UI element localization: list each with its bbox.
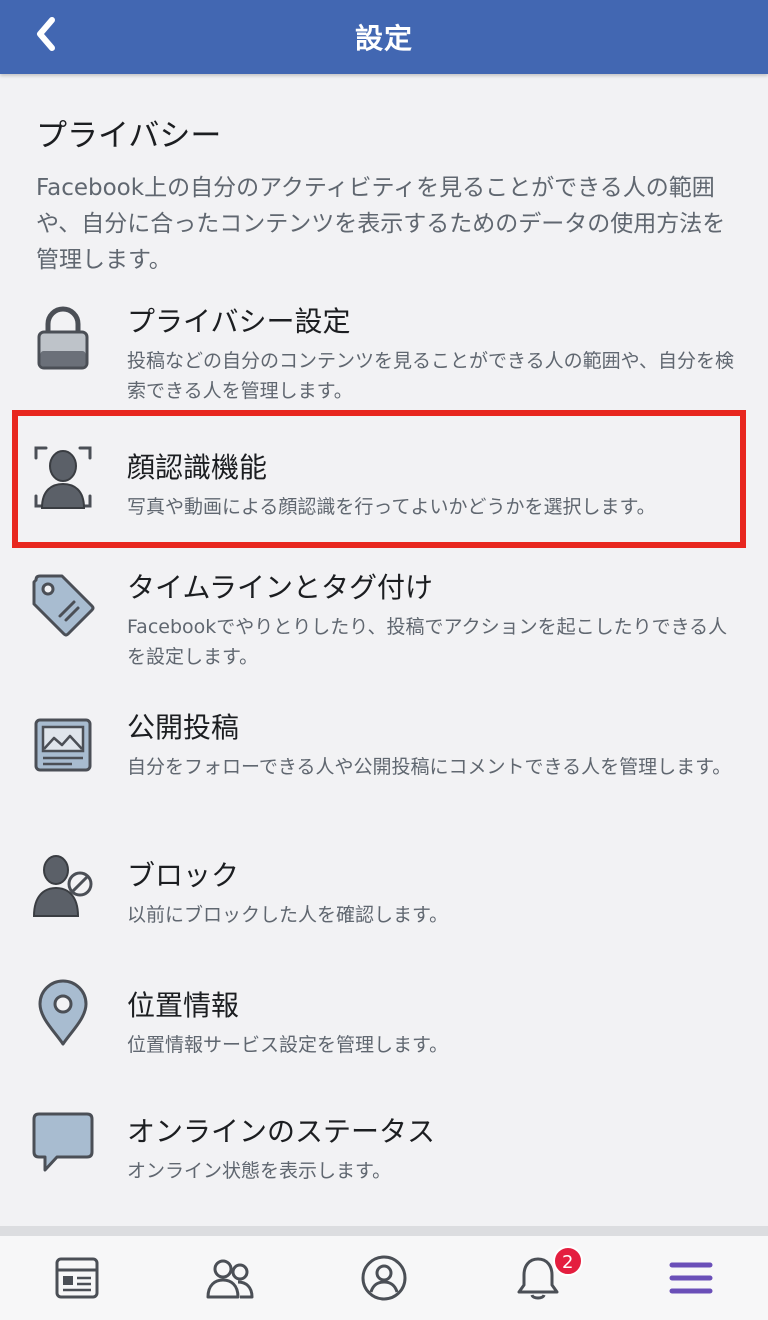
item-description: 位置情報サービス設定を管理します。 xyxy=(127,1034,449,1056)
tab-profile[interactable] xyxy=(307,1236,461,1320)
face-recognition-icon xyxy=(30,442,96,512)
menu-item-timeline-tagging[interactable]: タイムラインとタグ付け Facebookでやりとりしたり、投稿でアクションを起こ… xyxy=(0,568,768,678)
item-label: プライバシー設定 xyxy=(127,305,351,338)
tabbar-divider xyxy=(0,1226,768,1236)
profile-icon xyxy=(361,1255,407,1301)
menu-icon xyxy=(669,1262,713,1294)
item-label: 顔認識機能 xyxy=(127,451,268,484)
block-user-icon xyxy=(30,850,96,920)
lock-icon xyxy=(30,302,96,372)
bottom-tab-bar: 2 xyxy=(0,1236,768,1320)
item-description: Facebookでやりとりしたり、投稿でアクションを起こしたりできる人を設定しま… xyxy=(127,616,728,668)
section-description: Facebook上の自分のアクティビティを見ることができる人の範囲や、自分に合っ… xyxy=(36,175,726,273)
tab-friends[interactable] xyxy=(154,1236,308,1320)
chat-bubble-icon xyxy=(30,1106,96,1176)
item-label: 公開投稿 xyxy=(127,711,240,744)
menu-item-blocking[interactable]: ブロック 以前にブロックした人を確認します。 xyxy=(0,846,768,936)
location-pin-icon xyxy=(30,978,96,1048)
tab-news-feed[interactable] xyxy=(0,1236,154,1320)
item-label: タイムラインとタグ付け xyxy=(127,571,434,604)
page-title: 設定 xyxy=(354,22,413,55)
tab-notifications[interactable]: 2 xyxy=(461,1236,615,1320)
top-bar: 設定 xyxy=(0,0,768,74)
item-label: ブロック xyxy=(127,859,240,892)
section-title: プライバシー xyxy=(36,118,222,154)
tag-icon xyxy=(30,570,96,640)
menu-item-face-recognition[interactable]: 顔認識機能 写真や動画による顔認識を行ってよいかどうかを選択します。 xyxy=(0,438,768,522)
public-post-icon xyxy=(30,710,96,780)
item-description: 以前にブロックした人を確認します。 xyxy=(127,904,449,926)
menu-item-public-posts[interactable]: 公開投稿 自分をフォローできる人や公開投稿にコメントできる人を管理します。 xyxy=(0,708,768,818)
back-button[interactable] xyxy=(22,10,70,58)
news-feed-icon xyxy=(55,1257,99,1299)
menu-item-online-status[interactable]: オンラインのステータス オンライン状態を表示します。 xyxy=(0,1104,768,1194)
notification-badge: 2 xyxy=(552,1246,583,1276)
friends-icon xyxy=(206,1259,254,1299)
item-description: 写真や動画による顔認識を行ってよいかどうかを選択します。 xyxy=(127,496,656,518)
item-label: オンラインのステータス xyxy=(127,1115,436,1148)
item-label: 位置情報 xyxy=(127,989,240,1022)
tab-menu[interactable] xyxy=(614,1236,768,1320)
item-description: 投稿などの自分のコンテンツを見ることができる人の範囲や、自分を検索できる人を管理… xyxy=(127,350,735,402)
menu-item-privacy-settings[interactable]: プライバシー設定 投稿などの自分のコンテンツを見ることができる人の範囲や、自分を… xyxy=(0,300,768,408)
privacy-section-header: プライバシー Facebook上の自分のアクティビティを見ることができる人の範囲… xyxy=(36,116,736,278)
menu-item-location[interactable]: 位置情報 位置情報サービス設定を管理します。 xyxy=(0,976,768,1066)
chevron-left-icon xyxy=(37,17,55,51)
item-description: 自分をフォローできる人や公開投稿にコメントできる人を管理します。 xyxy=(127,756,732,778)
item-description: オンライン状態を表示します。 xyxy=(127,1160,392,1182)
